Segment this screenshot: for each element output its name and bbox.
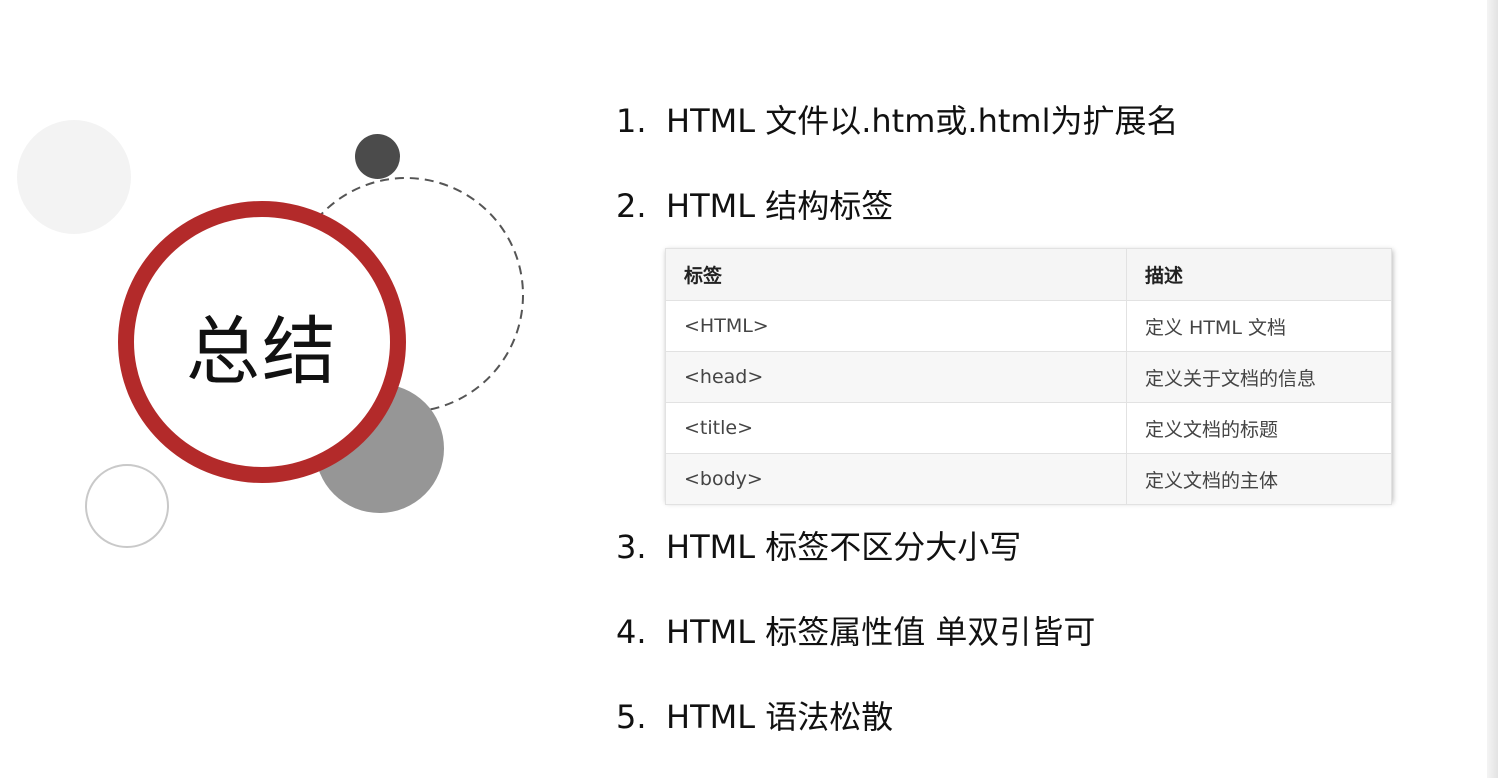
title-ring: 总结 xyxy=(118,201,406,483)
item-number: 5. xyxy=(616,698,647,736)
summary-item-1: 1. HTML 文件以.htm或.html为扩展名 xyxy=(616,101,1178,141)
item-text: HTML 结构标签 xyxy=(666,187,894,225)
slide-title: 总结 xyxy=(186,308,338,395)
summary-item-3: 3. HTML 标签不区分大小写 xyxy=(616,527,1021,567)
summary-item-2: 2. HTML 结构标签 xyxy=(616,186,893,226)
item-text: HTML 语法松散 xyxy=(666,698,894,736)
table-row: <head> 定义关于文档的信息 xyxy=(665,351,1392,403)
item-number: 4. xyxy=(616,613,647,651)
summary-item-4: 4. HTML 标签属性值 单双引皆可 xyxy=(616,612,1095,652)
item-number: 3. xyxy=(616,528,647,566)
item-number: 1. xyxy=(616,102,647,140)
item-text: HTML 文件以.htm或.html为扩展名 xyxy=(666,102,1179,140)
table-cell-description: 定义 HTML 文档 xyxy=(1126,300,1392,352)
item-text: HTML 标签不区分大小写 xyxy=(666,528,1022,566)
summary-item-5: 5. HTML 语法松散 xyxy=(616,697,893,737)
table-cell-tag: <body> xyxy=(665,453,1127,505)
table-row: <body> 定义文档的主体 xyxy=(665,453,1392,505)
table-cell-tag: <head> xyxy=(665,351,1127,403)
decorative-outline-circle xyxy=(85,464,169,548)
item-text: HTML 标签属性值 单双引皆可 xyxy=(666,613,1096,651)
table-header-tag: 标签 xyxy=(665,248,1127,301)
table-cell-tag: <HTML> xyxy=(665,300,1127,352)
table-header-row: 标签 描述 xyxy=(665,248,1392,301)
table-cell-description: 定义文档的标题 xyxy=(1126,402,1392,454)
table-row: <title> 定义文档的标题 xyxy=(665,402,1392,454)
table-header-description: 描述 xyxy=(1126,248,1392,301)
table-row: <HTML> 定义 HTML 文档 xyxy=(665,300,1392,352)
table-cell-description: 定义关于文档的信息 xyxy=(1126,351,1392,403)
table-cell-tag: <title> xyxy=(665,402,1127,454)
structure-tags-table: 标签 描述 <HTML> 定义 HTML 文档 <head> 定义关于文档的信息… xyxy=(665,248,1392,505)
decorative-dark-dot xyxy=(355,134,400,179)
item-number: 2. xyxy=(616,187,647,225)
table-cell-description: 定义文档的主体 xyxy=(1126,453,1392,505)
